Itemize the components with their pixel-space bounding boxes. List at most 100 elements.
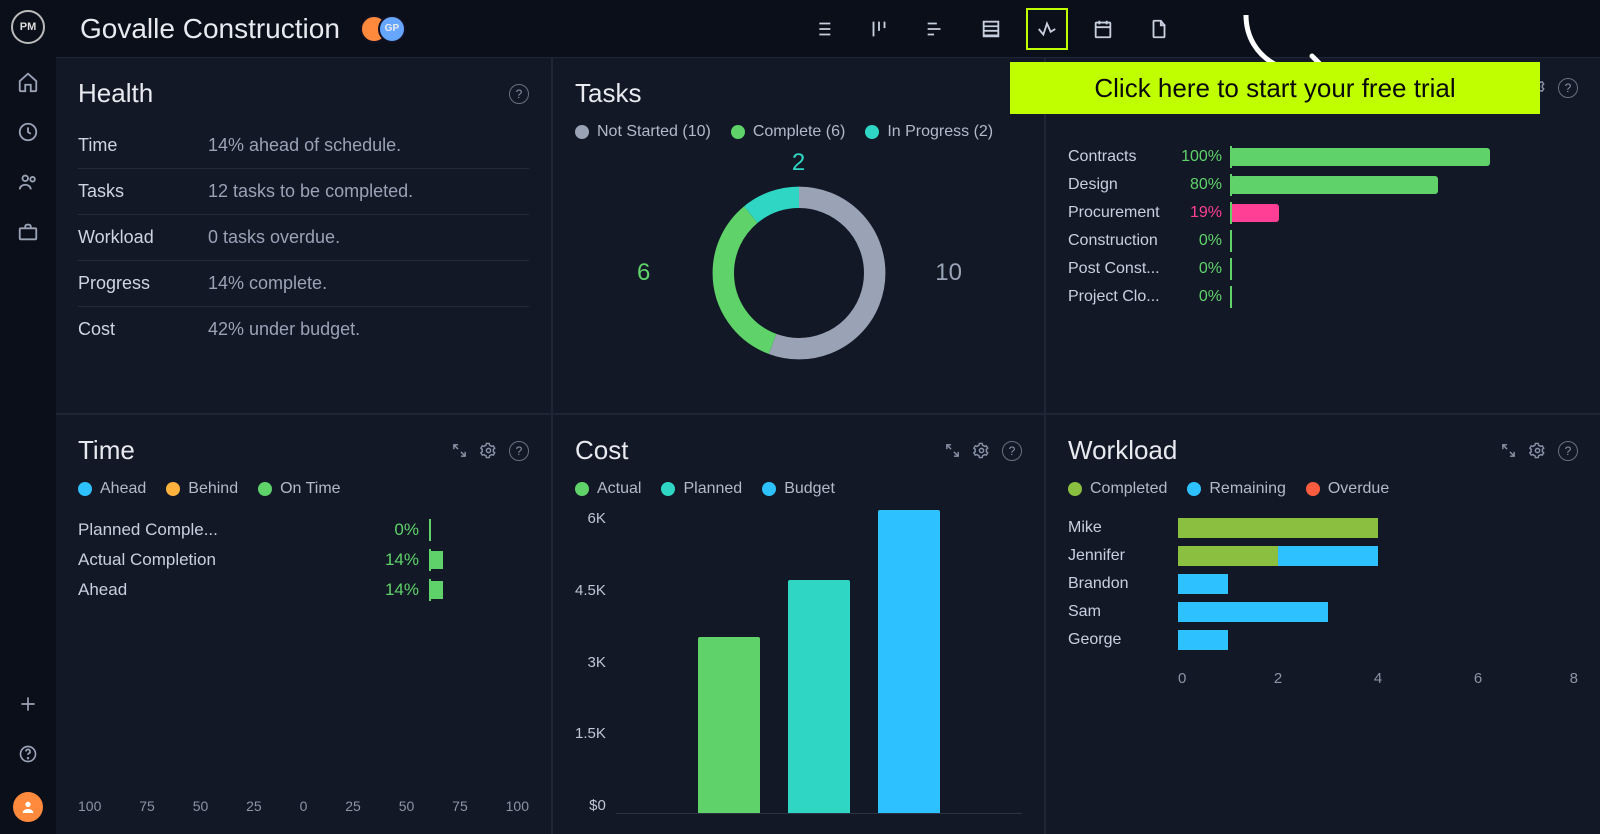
time-settings-icon[interactable] <box>480 442 497 459</box>
progress-percent: 0% <box>1178 288 1230 306</box>
time-legend: AheadBehindOn Time <box>78 480 529 498</box>
time-bar <box>429 551 529 569</box>
cost-bar-budget <box>878 510 940 813</box>
legend-item: Remaining <box>1187 480 1285 498</box>
project-title: Govalle Construction <box>80 13 340 45</box>
workload-settings-icon[interactable] <box>1529 442 1546 459</box>
health-value: 14% ahead of schedule. <box>208 135 401 156</box>
progress-percent: 100% <box>1178 148 1230 166</box>
legend-item: In Progress (2) <box>865 123 993 141</box>
legend-item: Complete (6) <box>731 123 845 141</box>
legend-item: Not Started (10) <box>575 123 711 141</box>
tasks-donut-chart <box>699 173 899 373</box>
tasks-title: Tasks <box>575 78 641 109</box>
workload-row: Brandon <box>1068 574 1578 594</box>
cost-expand-icon[interactable] <box>944 442 961 459</box>
team-icon[interactable] <box>16 170 40 194</box>
time-label: Actual Completion <box>78 550 365 570</box>
progress-percent: 0% <box>1178 260 1230 278</box>
legend-item: Planned <box>661 480 742 498</box>
health-label: Time <box>78 135 208 156</box>
workload-help-icon[interactable]: ? <box>1558 441 1578 461</box>
workload-expand-icon[interactable] <box>1500 442 1517 459</box>
workload-bar <box>1178 546 1578 566</box>
calendar-view-icon[interactable] <box>1092 18 1114 40</box>
add-icon[interactable] <box>16 692 40 716</box>
recent-icon[interactable] <box>16 120 40 144</box>
time-percent: 0% <box>365 520 419 540</box>
progress-bar <box>1230 204 1490 222</box>
progress-row: Post Const... 0% <box>1068 260 1578 278</box>
dashboard-view-icon[interactable] <box>1036 18 1058 40</box>
time-title: Time <box>78 435 135 466</box>
health-row: Tasks12 tasks to be completed. <box>78 169 529 215</box>
progress-row: Contracts 100% <box>1068 148 1578 166</box>
cost-legend: ActualPlannedBudget <box>575 480 1022 498</box>
tasks-count-inprogress: 2 <box>792 149 805 177</box>
health-row: Progress14% complete. <box>78 261 529 307</box>
sidebar-rail: PM <box>0 0 56 834</box>
progress-row: Project Clo... 0% <box>1068 288 1578 306</box>
cost-help-icon[interactable]: ? <box>1002 441 1022 461</box>
time-panel: Time ? AheadBehindOn Time Planned Comple… <box>56 415 551 834</box>
health-value: 0 tasks overdue. <box>208 227 340 248</box>
briefcase-icon[interactable] <box>16 220 40 244</box>
home-icon[interactable] <box>16 70 40 94</box>
progress-bar <box>1230 260 1490 278</box>
board-view-icon[interactable] <box>868 18 890 40</box>
legend-item: Behind <box>166 480 238 498</box>
workload-axis: 02468 <box>1068 670 1578 687</box>
workload-bar <box>1178 630 1578 650</box>
workload-name: Mike <box>1068 519 1178 537</box>
file-view-icon[interactable] <box>1148 18 1170 40</box>
time-expand-icon[interactable] <box>451 442 468 459</box>
workload-bar <box>1178 602 1578 622</box>
progress-bar <box>1230 176 1490 194</box>
project-avatars[interactable]: GP <box>360 15 406 43</box>
topbar: Govalle Construction GP <box>56 0 1600 58</box>
time-label: Planned Comple... <box>78 520 365 540</box>
progress-label: Design <box>1068 176 1178 194</box>
time-percent: 14% <box>365 550 419 570</box>
progress-label: Contracts <box>1068 148 1178 166</box>
health-help-icon[interactable]: ? <box>509 84 529 104</box>
health-title: Health <box>78 78 153 109</box>
cost-settings-icon[interactable] <box>973 442 990 459</box>
time-axis: 1007550250255075100 <box>78 782 529 814</box>
workload-title: Workload <box>1068 435 1177 466</box>
progress-row: Design 80% <box>1068 176 1578 194</box>
time-row: Planned Comple... 0% <box>78 520 529 540</box>
health-label: Progress <box>78 273 208 294</box>
workload-bar <box>1178 518 1578 538</box>
time-bar <box>429 581 529 599</box>
tasks-legend: Not Started (10) Complete (6) In Progress … <box>575 123 1022 141</box>
progress-percent: 19% <box>1178 204 1230 222</box>
legend-item: Completed <box>1068 480 1167 498</box>
workload-row: Jennifer <box>1068 546 1578 566</box>
help-icon[interactable] <box>16 742 40 766</box>
time-row: Actual Completion 14% <box>78 550 529 570</box>
progress-help-icon[interactable]: ? <box>1558 78 1578 98</box>
progress-percent: 80% <box>1178 176 1230 194</box>
gantt-view-icon[interactable] <box>924 18 946 40</box>
free-trial-cta[interactable]: Click here to start your free trial <box>1010 62 1540 114</box>
health-row: Workload0 tasks overdue. <box>78 215 529 261</box>
health-label: Workload <box>78 227 208 248</box>
cost-y-axis: 6K4.5K3K1.5K$0 <box>575 510 616 814</box>
list-view-icon[interactable] <box>812 18 834 40</box>
health-row: Time14% ahead of schedule. <box>78 123 529 169</box>
health-label: Cost <box>78 319 208 340</box>
progress-row: Construction 0% <box>1068 232 1578 250</box>
app-logo[interactable]: PM <box>11 10 45 44</box>
legend-item: Budget <box>762 480 835 498</box>
sheet-view-icon[interactable] <box>980 18 1002 40</box>
progress-panel: Click here to start your free trial ? Co… <box>1046 58 1600 413</box>
time-help-icon[interactable]: ? <box>509 441 529 461</box>
workload-row: George <box>1068 630 1578 650</box>
progress-bar <box>1230 232 1490 250</box>
user-avatar[interactable] <box>13 792 43 822</box>
workload-panel: Workload ? CompletedRemainingOverdue Mik… <box>1046 415 1600 834</box>
time-row: Ahead 14% <box>78 580 529 600</box>
cost-panel: Cost ? ActualPlannedBudget 6K4.5K3K1.5K$… <box>553 415 1044 834</box>
time-bar <box>429 521 529 539</box>
